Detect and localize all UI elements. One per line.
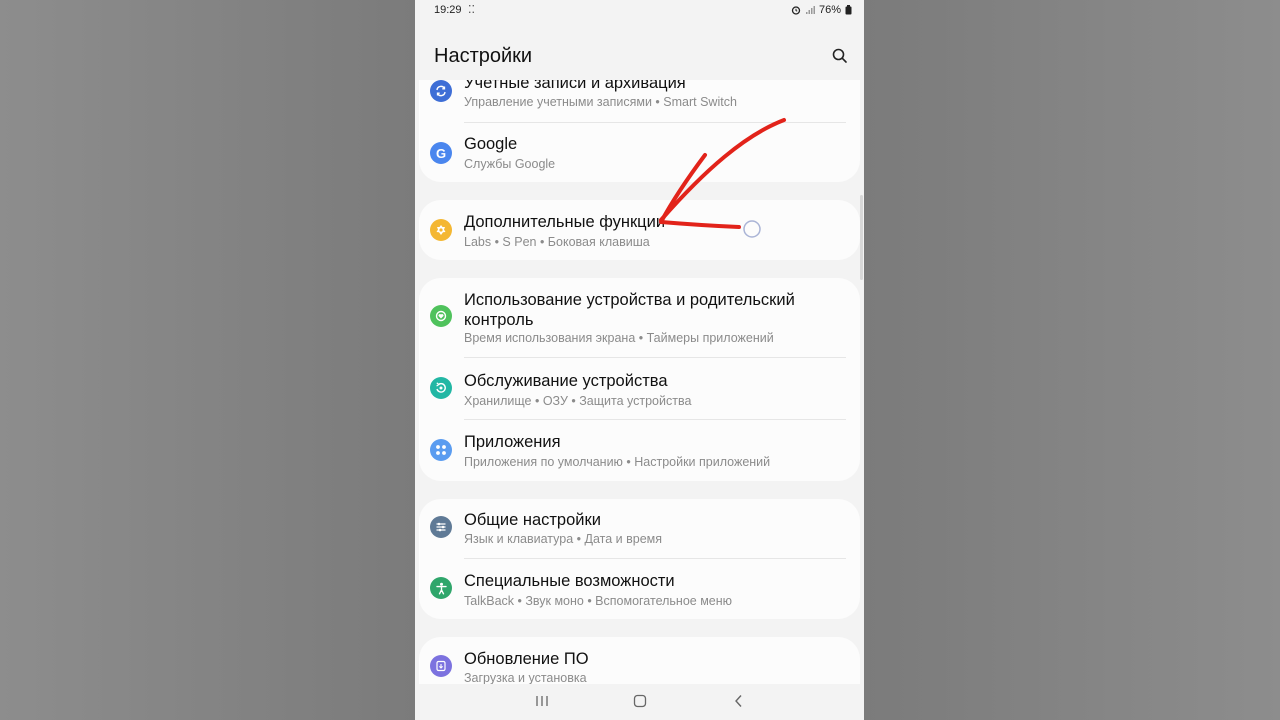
header: Настройки xyxy=(415,36,864,76)
battery-icon xyxy=(845,5,852,15)
item-title: Общие настройки xyxy=(464,511,601,529)
home-button[interactable] xyxy=(630,692,650,710)
item-subtitle: Время использования экрана • Таймеры при… xyxy=(464,331,774,345)
item-subtitle: Управление учетными записями • Smart Swi… xyxy=(464,95,737,109)
item-title: Специальные возможности xyxy=(464,572,675,590)
background-left xyxy=(0,0,415,720)
settings-group-accounts: Учетные записи и архивация Управление уч… xyxy=(419,80,860,182)
status-bar: 19:29 ⁚⁚ 76% xyxy=(415,0,864,22)
page-title: Настройки xyxy=(434,45,533,67)
item-title: Дополнительные функции xyxy=(464,213,666,231)
google-icon: G xyxy=(430,142,452,164)
device-care-icon xyxy=(430,377,452,399)
back-button[interactable] xyxy=(729,692,749,710)
search-button[interactable] xyxy=(830,46,850,66)
battery-percent: 76% xyxy=(818,4,841,16)
recent-apps-button[interactable] xyxy=(532,692,552,710)
item-title: Google xyxy=(464,135,518,153)
item-title: Обновление ПО xyxy=(464,650,589,668)
item-title-line2: контроль xyxy=(464,311,534,329)
settings-group-general: Общие настройки Язык и клавиатура • Дата… xyxy=(419,499,860,619)
advanced-features-icon xyxy=(430,219,452,241)
settings-item-google[interactable]: G Google Службы Google xyxy=(419,123,860,182)
settings-item-accounts-backup[interactable]: Учетные записи и архивация Управление уч… xyxy=(419,80,860,122)
digital-wellbeing-icon xyxy=(430,305,452,327)
item-subtitle: TalkBack • Звук моно • Вспомогательное м… xyxy=(464,594,733,608)
background-right xyxy=(864,0,1280,720)
settings-item-digital-wellbeing[interactable]: Использование устройства и родительский … xyxy=(419,278,860,358)
status-icons: 76% xyxy=(791,4,852,16)
item-title: Использование устройства и родительский xyxy=(464,291,795,309)
settings-item-general-management[interactable]: Общие настройки Язык и клавиатура • Дата… xyxy=(419,499,860,558)
item-title: Обслуживание устройства xyxy=(464,372,668,390)
item-subtitle: Хранилище • ОЗУ • Защита устройства xyxy=(464,394,692,408)
settings-group-advanced: Дополнительные функции Labs • S Pen • Бо… xyxy=(419,200,860,260)
alarm-icon xyxy=(791,6,801,15)
general-management-icon xyxy=(430,516,452,538)
accessibility-icon xyxy=(430,577,452,599)
apps-icon xyxy=(430,439,452,461)
item-title: Приложения xyxy=(464,433,561,451)
signal-icon xyxy=(805,6,815,14)
navigation-bar xyxy=(415,684,864,720)
settings-item-device-care[interactable]: Обслуживание устройства Хранилище • ОЗУ … xyxy=(419,358,860,419)
software-update-icon xyxy=(430,655,452,677)
item-subtitle: Язык и клавиатура • Дата и время xyxy=(464,532,663,546)
settings-item-advanced-features[interactable]: Дополнительные функции Labs • S Pen • Бо… xyxy=(419,200,860,260)
notification-dots: ⁚⁚ xyxy=(468,4,475,16)
scrollbar[interactable] xyxy=(860,195,863,280)
sync-icon xyxy=(430,80,452,102)
recent-apps-icon xyxy=(536,696,548,706)
status-time: 19:29 xyxy=(434,4,462,16)
back-icon xyxy=(735,695,742,707)
search-icon xyxy=(832,48,847,63)
item-title: Учетные записи и архивация xyxy=(464,80,686,92)
phone-screen: 19:29 ⁚⁚ 76% Настройки Учетные записи и … xyxy=(415,0,864,720)
item-subtitle: Загрузка и установка xyxy=(464,671,587,685)
settings-group-device: Использование устройства и родительский … xyxy=(419,278,860,481)
item-subtitle: Службы Google xyxy=(464,157,556,171)
settings-item-accessibility[interactable]: Специальные возможности TalkBack • Звук … xyxy=(419,559,860,619)
item-subtitle: Labs • S Pen • Боковая клавиша xyxy=(464,235,650,249)
item-subtitle: Приложения по умолчанию • Настройки прил… xyxy=(464,455,771,469)
home-icon xyxy=(633,694,647,708)
settings-item-apps[interactable]: Приложения Приложения по умолчанию • Нас… xyxy=(419,420,860,481)
